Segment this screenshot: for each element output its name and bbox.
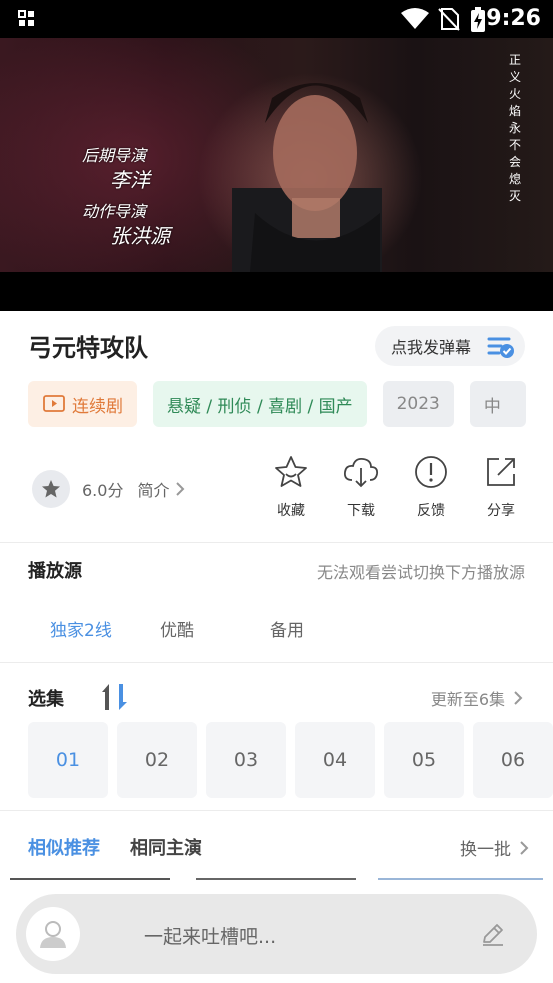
- video-bottom-bar: [0, 272, 553, 311]
- tag-language[interactable]: 中: [469, 381, 526, 427]
- rating-block[interactable]: 6.0分 简介: [32, 470, 187, 508]
- source-list: 独家2线 优酷 备用: [50, 616, 380, 641]
- credit-name-2: 张洪源: [110, 224, 170, 248]
- battery-charging-icon: [471, 7, 485, 32]
- recommend-card-edge: [10, 878, 170, 880]
- clock: 9:26: [486, 6, 541, 31]
- download-button[interactable]: 下载: [326, 454, 396, 520]
- share-button[interactable]: 分享: [466, 454, 536, 520]
- episode-update-text: 更新至6集: [430, 690, 505, 709]
- tag-genre[interactable]: 悬疑 / 刑侦 / 喜剧 / 国产: [153, 381, 367, 427]
- share-icon: [487, 458, 515, 486]
- rating-score: 6.0分: [82, 481, 124, 500]
- status-bar: 9:26: [0, 0, 553, 38]
- source-item[interactable]: 优酷: [160, 616, 270, 641]
- refresh-button[interactable]: 换一批: [460, 835, 531, 860]
- star-filled-icon: [42, 480, 60, 498]
- no-sim-icon: [438, 8, 460, 31]
- comment-input[interactable]: 一起来吐槽吧...: [144, 922, 276, 949]
- tag-year[interactable]: 2023: [382, 381, 454, 427]
- user-avatar-icon: [40, 921, 66, 948]
- episode-list: 01 02 03 04 05 06: [28, 722, 553, 798]
- divider: [0, 810, 553, 811]
- divider: [0, 662, 553, 663]
- tag-type-label: 连续剧: [72, 396, 123, 417]
- episode-update-link[interactable]: 更新至6集: [431, 686, 525, 710]
- video-frame: 后期导演 李洋 动作导演 张洪源 正义火焰永不会熄灭: [0, 38, 553, 272]
- episode-item[interactable]: 06: [473, 722, 553, 798]
- episode-section-title: 选集: [28, 689, 64, 710]
- episode-item[interactable]: 01: [28, 722, 108, 798]
- source-item[interactable]: 独家2线: [50, 616, 160, 641]
- app-grid-icon: [18, 10, 34, 26]
- feedback-label: 反馈: [417, 503, 445, 519]
- download-label: 下载: [347, 503, 375, 519]
- video-side-caption: 正义火焰永不会熄灭: [508, 53, 521, 203]
- tag-type[interactable]: 连续剧: [28, 381, 137, 427]
- title-row: 弓元特攻队: [28, 328, 148, 363]
- divider: [0, 542, 553, 543]
- credit-role-1: 后期导演: [82, 146, 147, 165]
- star-outline-icon: [275, 456, 307, 487]
- recommend-card-edge: [378, 878, 543, 880]
- danmaku-button[interactable]: 点我发弹幕: [375, 326, 525, 366]
- chevron-right-icon: [514, 691, 523, 705]
- chevron-right-icon: [520, 840, 529, 855]
- tab-similar[interactable]: 相似推荐: [28, 834, 100, 860]
- cloud-download-icon: [343, 457, 379, 488]
- source-item[interactable]: 备用: [270, 616, 380, 641]
- comment-bar[interactable]: 一起来吐槽吧...: [16, 894, 537, 974]
- source-section-title: 播放源: [28, 561, 82, 582]
- episode-item[interactable]: 02: [117, 722, 197, 798]
- credit-name-1: 李洋: [110, 168, 150, 192]
- chevron-right-icon: [176, 482, 185, 496]
- feedback-button[interactable]: 反馈: [396, 454, 466, 520]
- credit-role-2: 动作导演: [82, 202, 147, 221]
- avatar: [26, 907, 80, 961]
- pen-icon[interactable]: [479, 920, 507, 948]
- show-title: 弓元特攻队: [28, 334, 148, 362]
- source-hint: 无法观看尝试切换下方播放源: [316, 563, 525, 582]
- favorite-button[interactable]: 收藏: [256, 454, 326, 520]
- sort-order-icon[interactable]: [98, 682, 130, 712]
- share-label: 分享: [487, 503, 515, 519]
- intro-link[interactable]: 简介: [137, 477, 169, 501]
- action-row: 收藏 下载 反馈 分享: [256, 454, 536, 520]
- episode-item[interactable]: 04: [295, 722, 375, 798]
- episode-item[interactable]: 03: [206, 722, 286, 798]
- refresh-label: 换一批: [460, 840, 511, 860]
- recommend-tabs: 相似推荐 相同主演: [28, 834, 202, 860]
- tv-play-icon: [43, 395, 65, 412]
- wifi-icon: [401, 8, 429, 29]
- recommend-card-edge: [196, 878, 356, 880]
- rating-star-badge: [32, 470, 70, 508]
- tab-same-cast[interactable]: 相同主演: [130, 834, 202, 860]
- exclamation-circle-icon: [415, 456, 447, 488]
- favorite-label: 收藏: [277, 503, 305, 519]
- danmaku-settings-icon: [487, 337, 514, 358]
- tag-row: 连续剧 悬疑 / 刑侦 / 喜剧 / 国产 2023 中: [28, 381, 526, 427]
- episode-item[interactable]: 05: [384, 722, 464, 798]
- danmaku-label: 点我发弹幕: [391, 338, 472, 357]
- video-player[interactable]: 后期导演 李洋 动作导演 张洪源 正义火焰永不会熄灭: [0, 38, 553, 311]
